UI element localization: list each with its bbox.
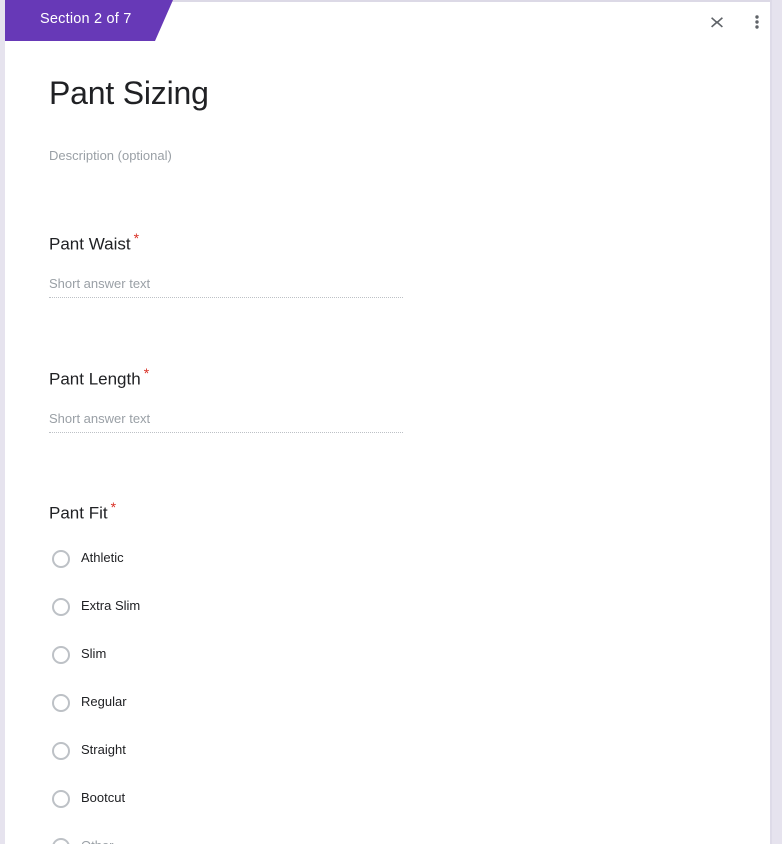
radio-circle-icon[interactable] — [52, 742, 70, 760]
radio-circle-icon[interactable] — [52, 790, 70, 808]
radio-circle-icon[interactable] — [52, 550, 70, 568]
page-title[interactable]: Pant Sizing — [49, 75, 209, 112]
radio-circle-icon[interactable] — [52, 646, 70, 664]
question-title-pant-waist[interactable]: Pant Waist * — [49, 230, 139, 255]
radio-option-label: Straight — [81, 742, 126, 757]
short-answer-input-pant-waist[interactable]: Short answer text — [49, 275, 403, 298]
section-card: Section 2 of 7 Pant Sizing Description (… — [5, 0, 770, 844]
question-label: Pant Waist — [49, 234, 131, 254]
question-label: Pant Length — [49, 369, 141, 389]
radio-option[interactable]: Regular — [5, 691, 770, 739]
question-title-pant-length[interactable]: Pant Length * — [49, 365, 149, 390]
form-description-placeholder[interactable]: Description (optional) — [49, 148, 172, 163]
card-right-edge — [770, 0, 772, 844]
short-answer-placeholder: Short answer text — [49, 276, 151, 291]
radio-option-label: Slim — [81, 646, 107, 661]
section-header: Section 2 of 7 — [5, 0, 770, 42]
section-tab[interactable]: Section 2 of 7 — [5, 0, 173, 41]
radio-option-label: Extra Slim — [81, 598, 141, 613]
radio-circle-icon[interactable] — [52, 838, 70, 844]
radio-option-label: Bootcut — [81, 790, 126, 805]
radio-option[interactable]: Other — [5, 835, 770, 844]
radio-option-label: Regular — [81, 694, 127, 709]
radio-group-pant-fit: Athletic Extra Slim Slim Regular Straight Boo… — [5, 547, 770, 844]
radio-option-label: Other — [81, 838, 114, 844]
question-label: Pant Fit — [49, 503, 108, 523]
question-title-pant-fit[interactable]: Pant Fit * — [49, 499, 116, 524]
collapse-section-icon[interactable] — [705, 10, 729, 34]
radio-option[interactable]: Athletic — [5, 547, 770, 595]
radio-option[interactable]: Slim — [5, 643, 770, 691]
required-asterisk: * — [143, 365, 150, 381]
radio-option-label: Athletic — [81, 550, 124, 565]
required-asterisk: * — [133, 230, 140, 246]
section-tab-label: Section 2 of 7 — [40, 11, 132, 27]
more-vertical-icon[interactable] — [745, 10, 769, 34]
radio-option[interactable]: Straight — [5, 739, 770, 787]
short-answer-input-pant-length[interactable]: Short answer text — [49, 410, 403, 433]
short-answer-placeholder: Short answer text — [49, 411, 151, 426]
radio-circle-icon[interactable] — [52, 598, 70, 616]
radio-option[interactable]: Bootcut — [5, 787, 770, 835]
radio-circle-icon[interactable] — [52, 694, 70, 712]
required-asterisk: * — [110, 499, 117, 515]
radio-option[interactable]: Extra Slim — [5, 595, 770, 643]
